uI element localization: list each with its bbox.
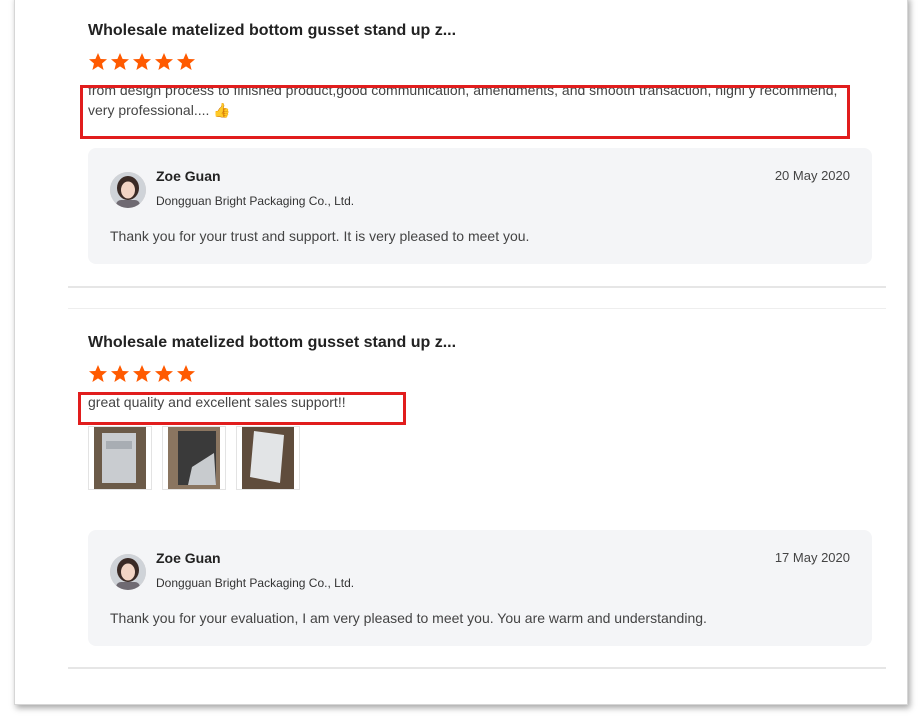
avatar [110,554,146,590]
star-icon [176,52,196,72]
reply-author-name: Zoe Guan [156,550,221,566]
review-photo-thumbnail[interactable] [236,426,300,490]
star-icon [154,52,174,72]
reply-author-name: Zoe Guan [156,168,221,184]
star-icon [110,364,130,384]
star-icon [88,364,108,384]
reply-date: 20 May 2020 [774,168,850,183]
star-icon [132,364,152,384]
divider [68,286,886,288]
seller-reply: Zoe Guan Dongguan Bright Packaging Co., … [88,530,872,646]
review-item: Wholesale matelized bottom gusset stand … [78,330,888,490]
star-icon [88,52,108,72]
review-product-title[interactable]: Wholesale matelized bottom gusset stand … [88,330,888,356]
divider [68,667,886,669]
review-photo-thumbnail[interactable] [162,426,226,490]
review-item: Wholesale matelized bottom gusset stand … [80,18,888,139]
review-photo-thumbnail[interactable] [88,426,152,490]
reply-text: Thank you for your trust and support. It… [110,228,530,244]
star-icon [154,364,174,384]
seller-reply: Zoe Guan Dongguan Bright Packaging Co., … [88,148,872,264]
star-icon [110,52,130,72]
reply-company-name: Dongguan Bright Packaging Co., Ltd. [156,576,355,590]
highlight-box [78,392,406,425]
reply-date: 17 May 2020 [774,550,850,565]
divider [68,308,886,309]
reply-company-name: Dongguan Bright Packaging Co., Ltd. [156,194,355,208]
avatar [110,172,146,208]
review-photos [88,426,888,490]
review-product-title[interactable]: Wholesale matelized bottom gusset stand … [88,18,888,44]
rating-stars [88,52,888,76]
highlight-box [80,85,850,139]
reply-text: Thank you for your evaluation, I am very… [110,610,707,626]
star-icon [132,52,152,72]
star-icon [176,364,196,384]
rating-stars [88,364,888,388]
